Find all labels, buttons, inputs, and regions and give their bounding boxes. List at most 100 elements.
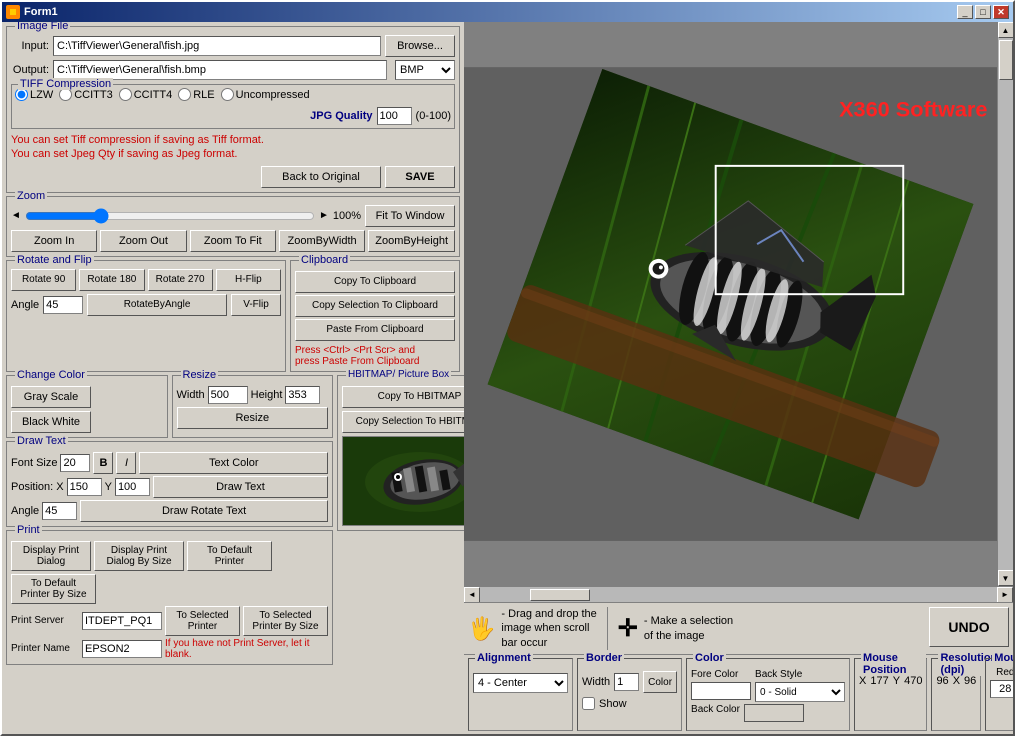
undo-button[interactable]: UNDO (929, 607, 1009, 647)
paste-from-clipboard-button[interactable]: Paste From Clipboard (295, 319, 455, 341)
clipboard-hint: Press <Ctrl> <Prt Scr> andpress Paste Fr… (295, 345, 455, 367)
pixel-color-row: Red Green Blue Pixel Color (990, 667, 1013, 705)
drag-icon[interactable]: 🖐 (468, 616, 495, 642)
rotate180-button[interactable]: Rotate 180 (79, 269, 144, 291)
resize-height-input[interactable] (285, 386, 320, 404)
font-size-input[interactable] (60, 454, 90, 472)
to-default-printer-by-size-button[interactable]: To Default Printer By Size (11, 574, 96, 604)
back-style-select[interactable]: 0 - Solid 1 - Transparent (755, 682, 845, 702)
resize-label: Resize (181, 369, 219, 381)
text-color-button[interactable]: Text Color (139, 452, 328, 474)
zoom-to-fit-button[interactable]: Zoom To Fit (190, 230, 276, 252)
scroll-down-button[interactable]: ▼ (998, 570, 1014, 586)
copy-to-clipboard-button[interactable]: Copy To Clipboard (295, 271, 455, 293)
draw-angle-input[interactable] (42, 502, 77, 520)
border-width-input[interactable] (614, 673, 639, 691)
zoom-out-button[interactable]: Zoom Out (100, 230, 186, 252)
scroll-left-button[interactable]: ◄ (464, 587, 480, 603)
printer-name-input[interactable] (82, 640, 162, 658)
rle-radio[interactable] (178, 88, 191, 101)
tiff-options-row: LZW CCITT3 CCITT4 RLE (15, 88, 451, 125)
red-input[interactable] (990, 680, 1013, 698)
browse-button[interactable]: Browse... (385, 35, 455, 57)
vertical-scrollbar[interactable]: ▲ ▼ (997, 22, 1013, 586)
maximize-button[interactable]: □ (975, 5, 991, 19)
pos-y-input[interactable] (115, 478, 150, 496)
border-color-button[interactable]: Color (643, 671, 677, 693)
back-color-button[interactable] (744, 704, 804, 722)
rle-label: RLE (193, 89, 214, 101)
hscroll-track[interactable] (480, 587, 997, 602)
format-select[interactable]: BMPJPGPNGTIFF (395, 60, 455, 80)
input-row: Input: Browse... (11, 35, 455, 57)
zoom-by-width-button[interactable]: ZoomByWidth (279, 230, 365, 252)
minimize-button[interactable]: _ (957, 5, 973, 19)
horizontal-scrollbar[interactable]: ◄ ► (464, 586, 1013, 602)
zoom-slider[interactable] (25, 208, 315, 224)
draw-text-row2: Position: X Y Draw Text (11, 476, 328, 498)
draw-angle-label: Angle (11, 505, 39, 517)
draw-rotate-text-button[interactable]: Draw Rotate Text (80, 500, 328, 522)
border-show-checkbox[interactable] (582, 697, 595, 710)
angle-label: Angle (11, 299, 39, 311)
resize-button[interactable]: Resize (177, 407, 329, 429)
to-selected-printer-by-size-button[interactable]: To Selected Printer By Size (243, 606, 328, 636)
alignment-select[interactable]: 4 - Center 1 - Left 2 - Right 3 - Top 5 … (473, 673, 568, 693)
jpg-quality-input[interactable] (377, 107, 412, 125)
mouse-position-label: Mouse Position (861, 652, 926, 676)
copy-selection-to-hbitmap-button[interactable]: Copy Selection To HBITMAP (342, 411, 464, 433)
status-panels: Alignment 4 - Center 1 - Left 2 - Right … (464, 654, 1013, 734)
to-selected-printer-button[interactable]: To Selected Printer (165, 606, 240, 636)
display-print-dialog-by-size-button[interactable]: Display Print Dialog By Size (94, 541, 184, 571)
rotate-by-angle-button[interactable]: RotateByAngle (87, 294, 227, 316)
drag-label: - Drag and drop theimage when scrollbar … (501, 607, 596, 650)
rotate270-button[interactable]: Rotate 270 (148, 269, 213, 291)
draw-text-button[interactable]: Draw Text (153, 476, 328, 498)
right-panel: X360 Software ▲ ▼ ◄ (464, 22, 1013, 734)
action-buttons: Back to Original SAVE (11, 166, 455, 188)
pos-x-input[interactable] (67, 478, 102, 496)
uncompressed-label: Uncompressed (236, 89, 310, 101)
input-path[interactable] (53, 36, 381, 56)
resolution-x-label: X (953, 675, 960, 687)
copy-selection-to-clipboard-button[interactable]: Copy Selection To Clipboard (295, 295, 455, 317)
red-label: Red (996, 667, 1013, 678)
display-print-dialog-button[interactable]: Display Print Dialog (11, 541, 91, 571)
save-button[interactable]: SAVE (385, 166, 455, 188)
zoom-by-height-button[interactable]: ZoomByHeight (368, 230, 455, 252)
print-group: Print Display Print Dialog Display Print… (6, 530, 333, 665)
uncompressed-radio[interactable] (221, 88, 234, 101)
watermark-text: X360 Software (839, 97, 987, 122)
gray-scale-button[interactable]: Gray Scale (11, 386, 91, 408)
black-white-button[interactable]: Black White (11, 411, 91, 433)
scroll-track[interactable] (998, 38, 1013, 570)
rotate90-button[interactable]: Rotate 90 (11, 269, 76, 291)
printer-name-row: Printer Name If you have not Print Serve… (11, 638, 328, 660)
scroll-up-button[interactable]: ▲ (998, 22, 1014, 38)
fore-color-button[interactable] (691, 682, 751, 700)
angle-input[interactable] (43, 296, 83, 314)
back-to-original-button[interactable]: Back to Original (261, 166, 381, 188)
fit-to-window-button[interactable]: Fit To Window (365, 205, 455, 227)
height-label: Height (251, 389, 283, 401)
output-path[interactable] (53, 60, 387, 80)
print-buttons-row1: Display Print Dialog Display Print Dialo… (11, 541, 328, 604)
draw-text-row1: Font Size B I Text Color (11, 452, 328, 474)
info-line2: You can set Jpeg Qty if saving as Jpeg f… (11, 147, 455, 161)
bold-button[interactable]: B (93, 452, 113, 474)
ccitt4-radio[interactable] (119, 88, 132, 101)
zoom-in-button[interactable]: Zoom In (11, 230, 97, 252)
italic-button[interactable]: I (116, 452, 136, 474)
scroll-right-button[interactable]: ► (997, 587, 1013, 603)
copy-to-hbitmap-button[interactable]: Copy To HBITMAP (342, 386, 464, 408)
vflip-button[interactable]: V-Flip (231, 294, 281, 316)
select-icon[interactable]: ✛ (618, 614, 638, 643)
hflip-button[interactable]: H-Flip (216, 269, 281, 291)
resize-width-input[interactable] (208, 386, 248, 404)
print-server-input[interactable] (82, 612, 162, 630)
color-buttons-row: Fore Color Back Style 0 - Solid 1 - Tran… (691, 669, 845, 702)
close-button[interactable]: ✕ (993, 5, 1009, 19)
to-default-printer-button[interactable]: To Default Printer (187, 541, 272, 571)
left-lower: Change Color Gray Scale Black White Resi… (6, 375, 333, 665)
mouse-x-value: 177 (870, 675, 888, 687)
